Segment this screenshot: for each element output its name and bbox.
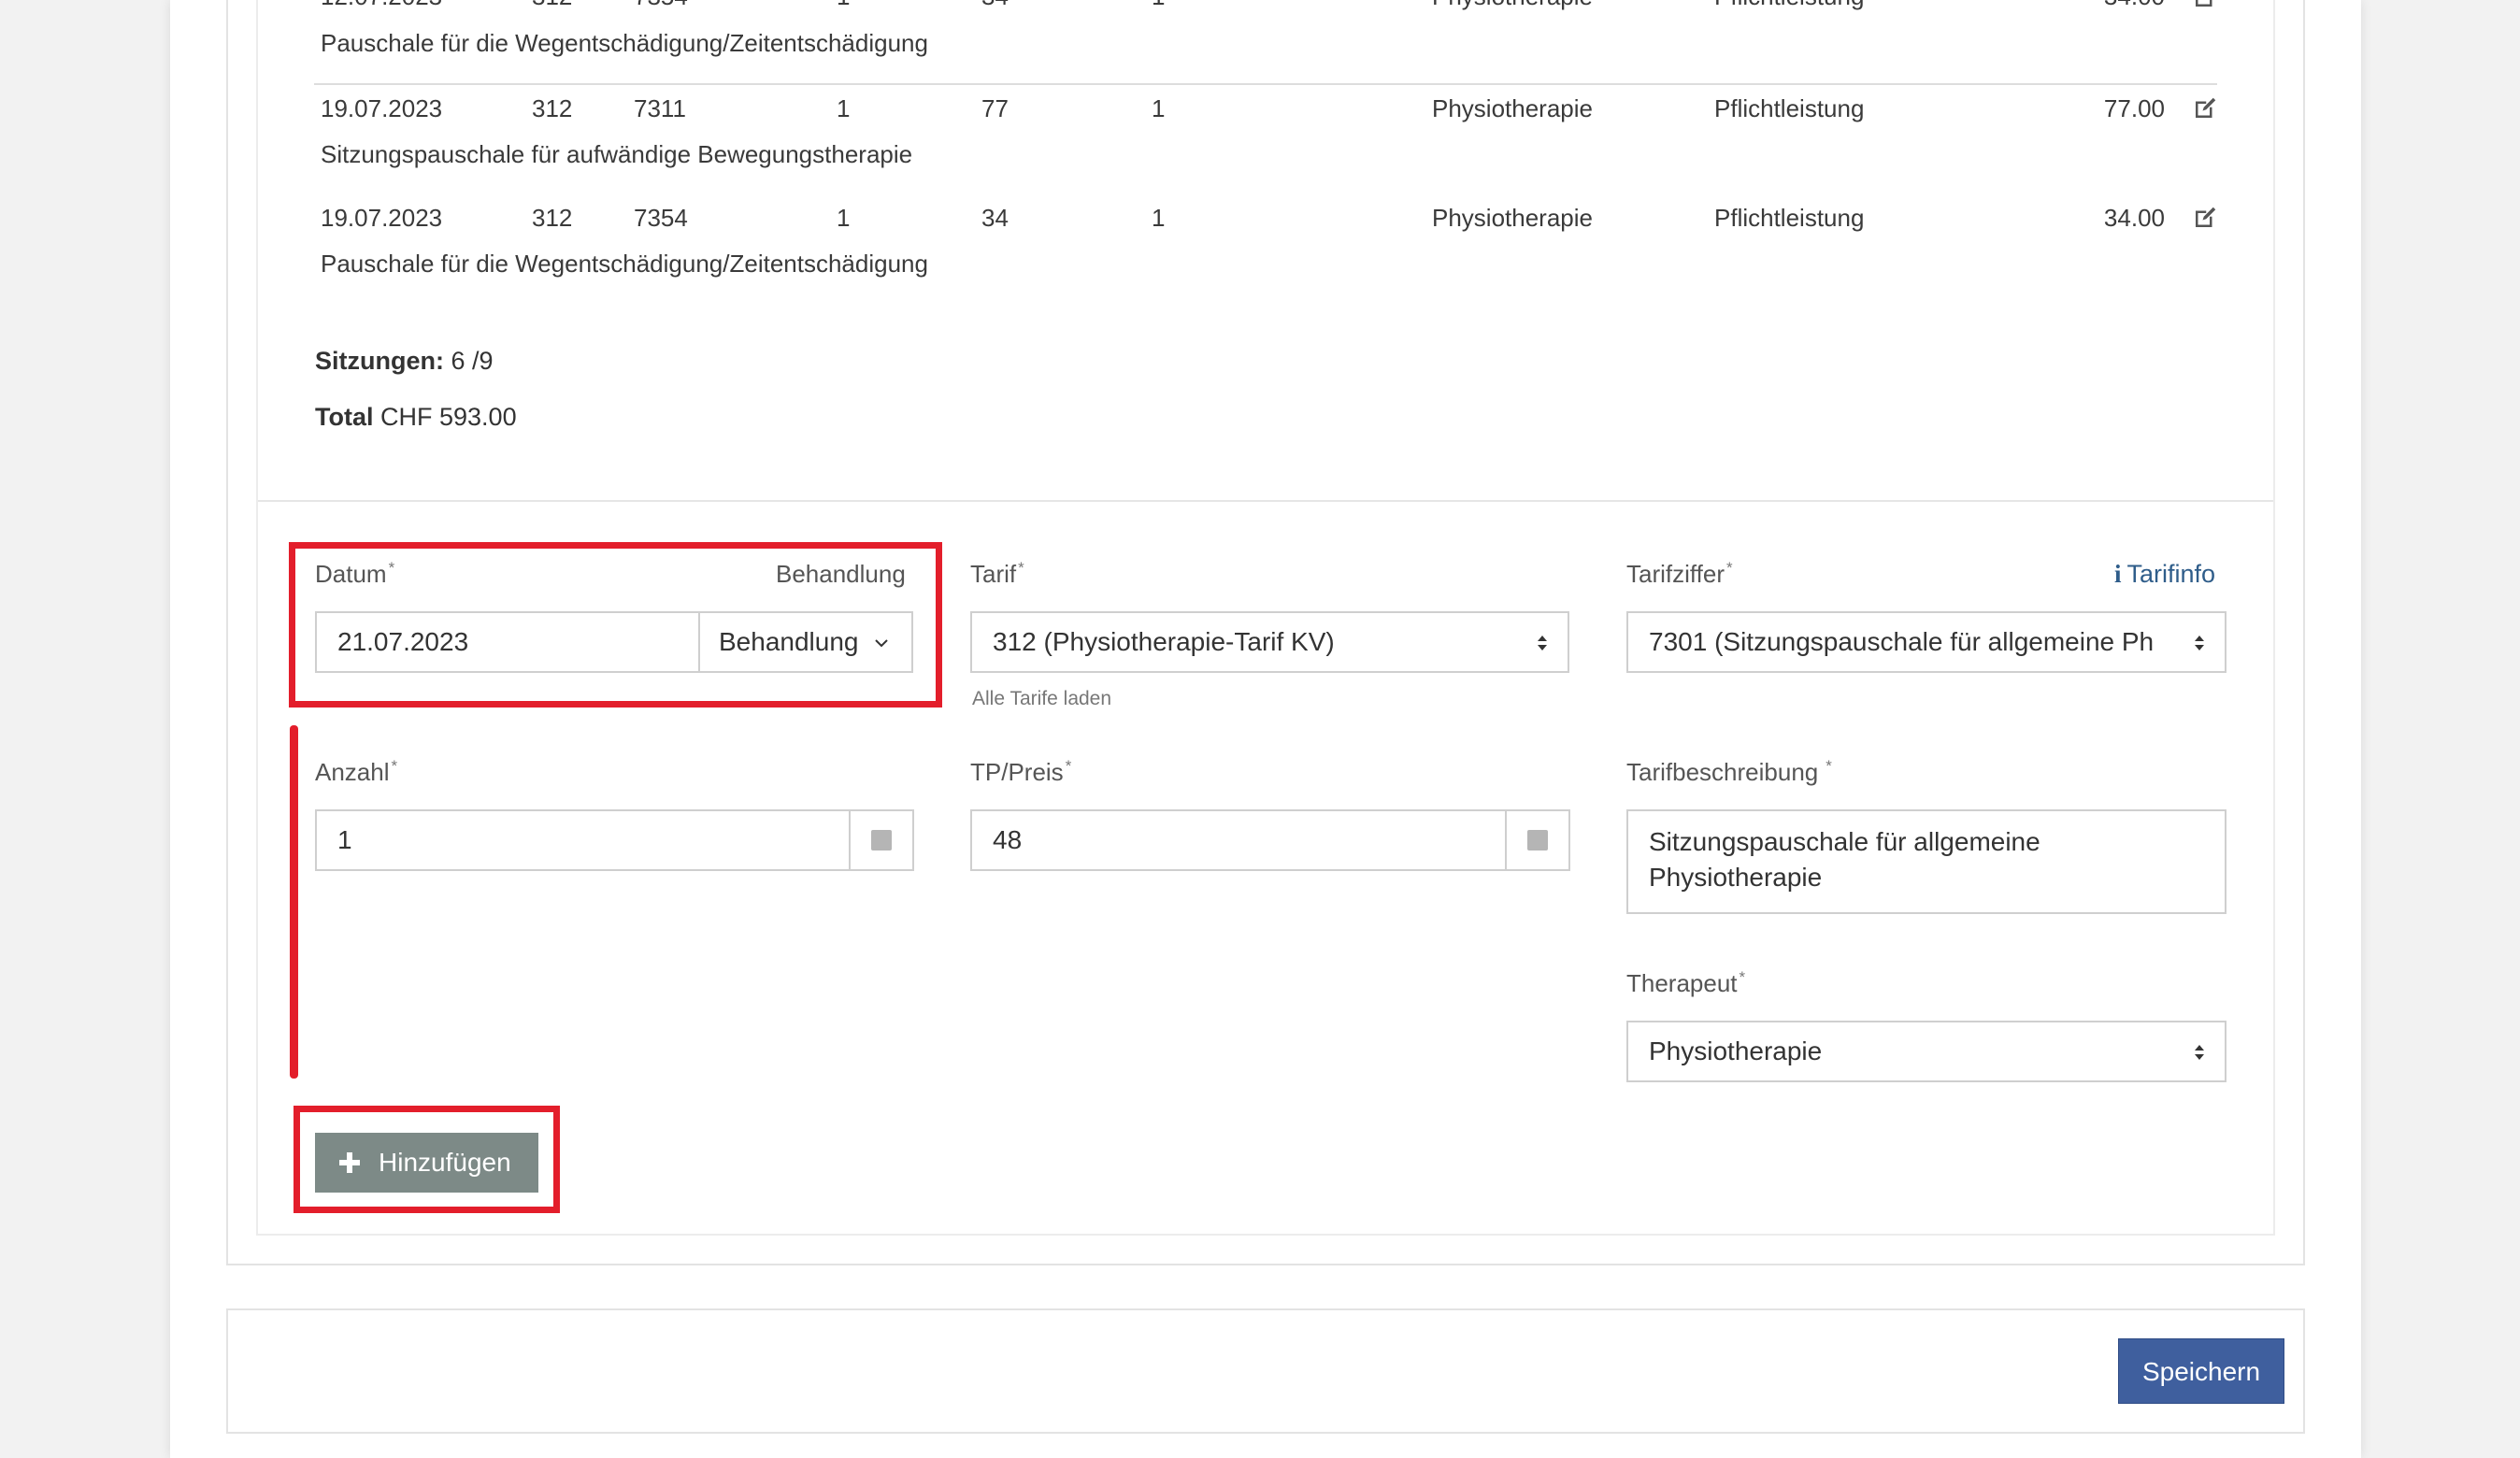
tarifinfo-link[interactable]: i Tarifinfo xyxy=(2114,559,2215,589)
tp-preis-label: TP/Preis * xyxy=(970,757,1072,786)
sessions-value: 6 /9 xyxy=(451,347,494,375)
tarif-select-value: 312 (Physiotherapie-Tarif KV) xyxy=(993,627,1335,656)
info-icon: i xyxy=(2114,560,2122,588)
row-tp: 34 xyxy=(981,204,1009,232)
sessions-label: Sitzungen: xyxy=(315,347,444,375)
row-date: 12.07.2023 xyxy=(321,0,442,11)
footer-card xyxy=(226,1308,2305,1434)
row-description: Sitzungspauschale für aufwändige Bewegun… xyxy=(321,140,913,168)
spinner-icon xyxy=(1527,830,1548,850)
edit-icon[interactable] xyxy=(2191,94,2219,122)
row-tp: 77 xyxy=(981,94,1009,122)
tp-preis-spinner[interactable] xyxy=(1505,809,1570,871)
row-factor: 1 xyxy=(1152,0,1165,11)
sessions-summary: Sitzungen: 6 /9 xyxy=(315,346,494,376)
row-therapy: Physiotherapie xyxy=(1432,204,1593,232)
tarifbeschreibung-textarea[interactable]: Sitzungspauschale für allgemeine Physiot… xyxy=(1626,809,2226,914)
tarifziffer-select-value: 7301 (Sitzungspauschale für allgemeine P… xyxy=(1649,627,2155,656)
select-arrows-icon xyxy=(2195,1045,2204,1060)
row-tarif: 312 xyxy=(532,204,573,232)
save-button[interactable]: Speichern xyxy=(2118,1338,2284,1404)
section-divider xyxy=(258,500,2273,502)
row-date: 19.07.2023 xyxy=(321,204,443,232)
row-code: 7354 xyxy=(634,0,688,11)
row-factor: 1 xyxy=(1152,204,1166,232)
row-qty: 1 xyxy=(837,94,851,122)
tarifziffer-label: Tarifziffer * xyxy=(1626,559,1733,588)
row-type: Pflichtleistung xyxy=(1714,0,1864,11)
therapeut-label: Therapeut * xyxy=(1626,968,1746,997)
highlight-datum-box xyxy=(289,542,942,708)
total-summary: Total CHF 593.00 xyxy=(315,402,517,432)
row-description: Pauschale für die Wegentschädigung/Zeite… xyxy=(321,250,928,278)
tarifbeschreibung-label: Tarifbeschreibung * xyxy=(1626,757,1832,786)
highlight-add-button-box xyxy=(294,1106,560,1213)
select-arrows-icon xyxy=(1538,636,1547,650)
anzahl-spinner[interactable] xyxy=(849,809,914,871)
therapeut-select[interactable]: Physiotherapie xyxy=(1626,1021,2226,1082)
row-tp: 34 xyxy=(981,0,1009,11)
row-amount: 34.00 xyxy=(2103,204,2165,232)
total-value: CHF 593.00 xyxy=(380,403,517,431)
row-qty: 1 xyxy=(837,204,851,232)
row-description: Pauschale für die Wegentschädigung/Zeite… xyxy=(321,29,928,57)
tarifziffer-select[interactable]: 7301 (Sitzungspauschale für allgemeine P… xyxy=(1626,611,2226,673)
alle-tarife-laden-link[interactable]: Alle Tarife laden xyxy=(972,687,1111,711)
anzahl-input[interactable]: 1 xyxy=(315,809,851,871)
row-amount: 77.00 xyxy=(2103,94,2165,122)
total-label: Total xyxy=(315,403,374,431)
row-tarif: 312 xyxy=(532,94,573,122)
anzahl-label: Anzahl * xyxy=(315,757,398,786)
select-arrows-icon xyxy=(2195,636,2204,650)
row-type: Pflichtleistung xyxy=(1714,204,1865,232)
row-type: Pflichtleistung xyxy=(1714,94,1865,122)
row-code: 7311 xyxy=(634,94,686,122)
row-divider xyxy=(314,83,2217,85)
edit-icon[interactable] xyxy=(2191,0,2219,11)
row-tarif: 312 xyxy=(532,0,572,11)
therapeut-select-value: Physiotherapie xyxy=(1649,1036,1823,1065)
row-amount: 34.00 xyxy=(2056,0,2165,11)
row-factor: 1 xyxy=(1152,94,1166,122)
row-therapy: Physiotherapie xyxy=(1432,94,1593,122)
row-date: 19.07.2023 xyxy=(321,94,443,122)
tp-preis-input[interactable]: 48 xyxy=(970,809,1507,871)
spinner-icon xyxy=(871,830,892,850)
row-qty: 1 xyxy=(837,0,850,11)
row-code: 7354 xyxy=(634,204,688,232)
edit-icon[interactable] xyxy=(2191,204,2219,232)
row-therapy: Physiotherapie xyxy=(1432,0,1593,11)
highlight-vertical-line xyxy=(290,725,298,1079)
tarif-select[interactable]: 312 (Physiotherapie-Tarif KV) xyxy=(970,611,1569,673)
tarif-label: Tarif * xyxy=(970,559,1024,588)
